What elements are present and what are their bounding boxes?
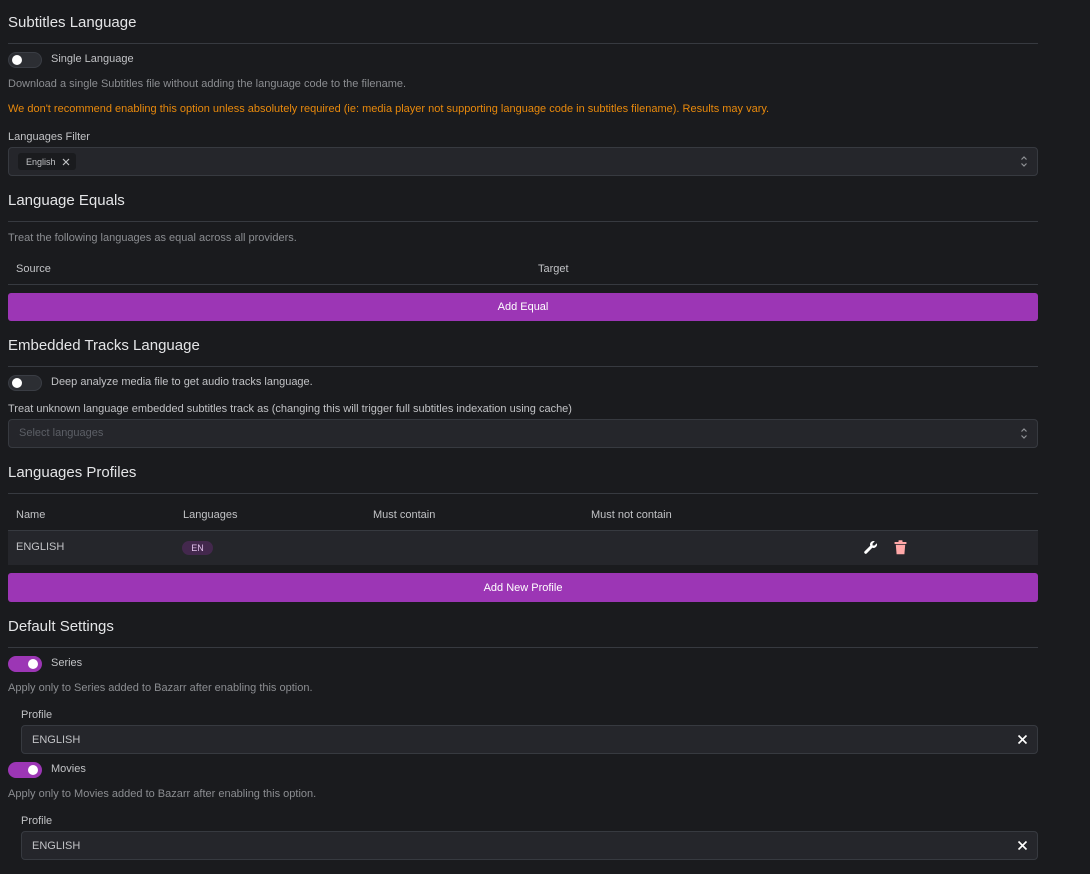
- toggle-knob: [28, 765, 38, 775]
- column-header-source: Source: [16, 263, 51, 275]
- profile-name: ENGLISH: [16, 541, 65, 553]
- section-title-subtitles-language: Subtitles Language: [8, 14, 137, 31]
- movies-description: Apply only to Movies added to Bazarr aft…: [8, 788, 317, 800]
- series-description: Apply only to Series added to Bazarr aft…: [8, 682, 313, 694]
- deep-analyze-toggle[interactable]: [8, 375, 42, 391]
- column-header-name: Name: [16, 509, 46, 521]
- divider: [8, 221, 1038, 222]
- close-icon[interactable]: [1017, 734, 1028, 745]
- languages-filter-label: Languages Filter: [8, 131, 90, 143]
- close-icon[interactable]: [62, 158, 70, 166]
- series-label: Series: [51, 657, 83, 669]
- movies-profile-select[interactable]: ENGLISH: [21, 831, 1038, 860]
- toggle-knob: [28, 659, 38, 669]
- column-header-languages: Languages: [183, 509, 238, 521]
- series-profile-label: Profile: [21, 709, 53, 721]
- language-badge: EN: [182, 541, 213, 555]
- section-title-languages-profiles: Languages Profiles: [8, 464, 137, 481]
- table-row: ENGLISH EN: [8, 531, 1038, 565]
- language-chip: English: [18, 153, 76, 170]
- column-header-must-not-contain: Must not contain: [591, 509, 672, 521]
- single-language-label: Single Language: [51, 53, 134, 65]
- divider: [8, 493, 1038, 494]
- divider: [8, 43, 1038, 44]
- trash-icon[interactable]: [894, 540, 907, 555]
- series-profile-value: ENGLISH: [32, 734, 81, 746]
- movies-profile-value: ENGLISH: [32, 840, 81, 852]
- close-icon[interactable]: [1017, 840, 1028, 851]
- languages-filter-select[interactable]: English: [8, 147, 1038, 176]
- deep-analyze-label: Deep analyze media file to get audio tra…: [51, 376, 313, 388]
- unknown-language-label: Treat unknown language embedded subtitle…: [8, 403, 572, 415]
- movies-profile-label: Profile: [21, 815, 53, 827]
- series-profile-select[interactable]: ENGLISH: [21, 725, 1038, 754]
- single-language-description: Download a single Subtitles file without…: [8, 78, 407, 90]
- movies-label: Movies: [51, 763, 86, 775]
- table-divider: [8, 284, 1038, 285]
- wrench-icon[interactable]: [863, 540, 878, 555]
- section-title-language-equals: Language Equals: [8, 192, 125, 209]
- select-placeholder: Select languages: [19, 427, 104, 439]
- section-title-default-settings: Default Settings: [8, 618, 114, 635]
- chevron-up-down-icon: [1021, 156, 1027, 167]
- divider: [8, 647, 1038, 648]
- series-toggle[interactable]: [8, 656, 42, 672]
- toggle-knob: [12, 378, 22, 388]
- section-title-embedded-tracks: Embedded Tracks Language: [8, 337, 200, 354]
- unknown-language-select[interactable]: Select languages: [8, 419, 1038, 448]
- chevron-up-down-icon: [1021, 428, 1027, 439]
- divider: [8, 366, 1038, 367]
- language-equals-description: Treat the following languages as equal a…: [8, 232, 297, 244]
- movies-toggle[interactable]: [8, 762, 42, 778]
- language-chip-label: English: [26, 156, 56, 167]
- single-language-toggle[interactable]: [8, 52, 42, 68]
- single-language-warning: We don't recommend enabling this option …: [8, 103, 770, 115]
- toggle-knob: [12, 55, 22, 65]
- column-header-must-contain: Must contain: [373, 509, 436, 521]
- column-header-target: Target: [538, 263, 569, 275]
- add-new-profile-button[interactable]: Add New Profile: [8, 573, 1038, 602]
- add-equal-button[interactable]: Add Equal: [8, 293, 1038, 321]
